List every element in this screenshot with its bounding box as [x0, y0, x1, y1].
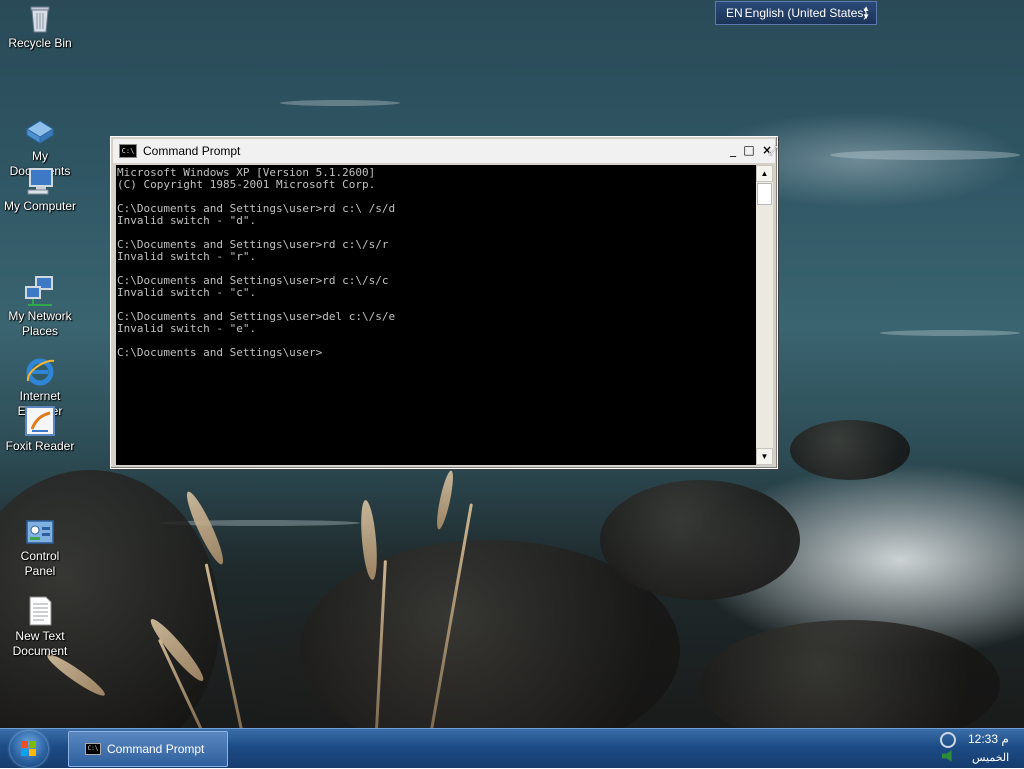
my-computer-icon [24, 165, 56, 197]
text-document-icon [24, 580, 56, 626]
taskbar-item-label: Command Prompt [107, 742, 205, 756]
clock-day: الخميس [972, 752, 1010, 764]
scroll-up-button[interactable]: ▲ [756, 165, 773, 182]
windows-logo-icon [21, 741, 37, 757]
start-button[interactable] [10, 731, 48, 767]
console-line: (C) Copyright 1985-2001 Microsoft Corp. [117, 178, 376, 191]
desktop-icon-label: My Computer [3, 199, 77, 213]
scrollbar-thumb[interactable] [757, 183, 772, 205]
network-places-icon [24, 260, 56, 306]
window-title: Command Prompt [143, 144, 241, 158]
rock [790, 420, 910, 480]
my-documents-icon [24, 100, 56, 144]
command-prompt-icon: C:\ [85, 743, 101, 755]
desktop-wallpaper: Recycle Bin My Documents My Computer [0, 0, 1024, 728]
rock [600, 480, 800, 600]
desktop-icon-label: Recycle Bin [8, 36, 72, 50]
maximize-button[interactable]: □ [741, 143, 757, 159]
window-titlebar[interactable]: C:\ Command Prompt _ □ × [113, 139, 775, 163]
minimize-button[interactable]: _ [725, 143, 741, 159]
language-code: EN [726, 6, 743, 20]
recycle-bin-icon [24, 2, 56, 34]
scroll-down-button[interactable]: ▼ [756, 448, 773, 465]
foxit-reader-icon [24, 405, 56, 437]
language-name: English (United States) [744, 6, 868, 20]
wave-foam [830, 150, 1020, 160]
console-line: Invalid switch - "e". [117, 322, 257, 335]
desktop-icon-label: Foxit Reader [5, 439, 75, 453]
console-line: C:\Documents and Settings\user> [117, 346, 323, 359]
system-tray: 12:33 م الخميس [930, 729, 1024, 769]
desktop-icon-my-computer[interactable]: My Computer [0, 165, 80, 214]
reed-plume [433, 469, 457, 531]
taskbar-item-command-prompt[interactable]: C:\ Command Prompt [68, 731, 228, 767]
taskbar: C:\ Command Prompt 12:33 م الخميس [0, 728, 1024, 768]
language-bar[interactable]: EN English (United States) ▲ ▼ [715, 1, 877, 25]
clock-time[interactable]: 12:33 م [968, 732, 1009, 746]
vertical-scrollbar[interactable]: ▲ ▼ [756, 165, 773, 465]
resize-cursor-icon: ⤢ [768, 143, 779, 158]
command-prompt-icon: C:\ [119, 144, 137, 158]
wave-foam [880, 330, 1020, 336]
language-options-icon[interactable]: ▲ ▼ [862, 5, 870, 21]
network-status-icon[interactable] [940, 732, 956, 748]
desktop-icon-foxit-reader[interactable]: Foxit Reader [0, 405, 80, 454]
volume-icon[interactable] [942, 750, 952, 762]
console-line: Invalid switch - "r". [117, 250, 257, 263]
console-line: Invalid switch - "d". [117, 214, 257, 227]
desktop-icon-label: New Text Document [12, 629, 68, 658]
internet-explorer-icon [24, 340, 56, 386]
console-output[interactable]: Microsoft Windows XP [Version 5.1.2600](… [116, 165, 756, 465]
wave-foam [280, 100, 400, 106]
desktop-icon-recycle-bin[interactable]: Recycle Bin [0, 2, 80, 51]
desktop-icon-new-text-document[interactable]: New Text Document [0, 565, 80, 659]
control-panel-icon [24, 500, 56, 544]
command-prompt-window[interactable]: C:\ Command Prompt _ □ × Microsoft Windo… [110, 136, 778, 469]
rock [700, 620, 1000, 728]
console-line: Invalid switch - "c". [117, 286, 257, 299]
